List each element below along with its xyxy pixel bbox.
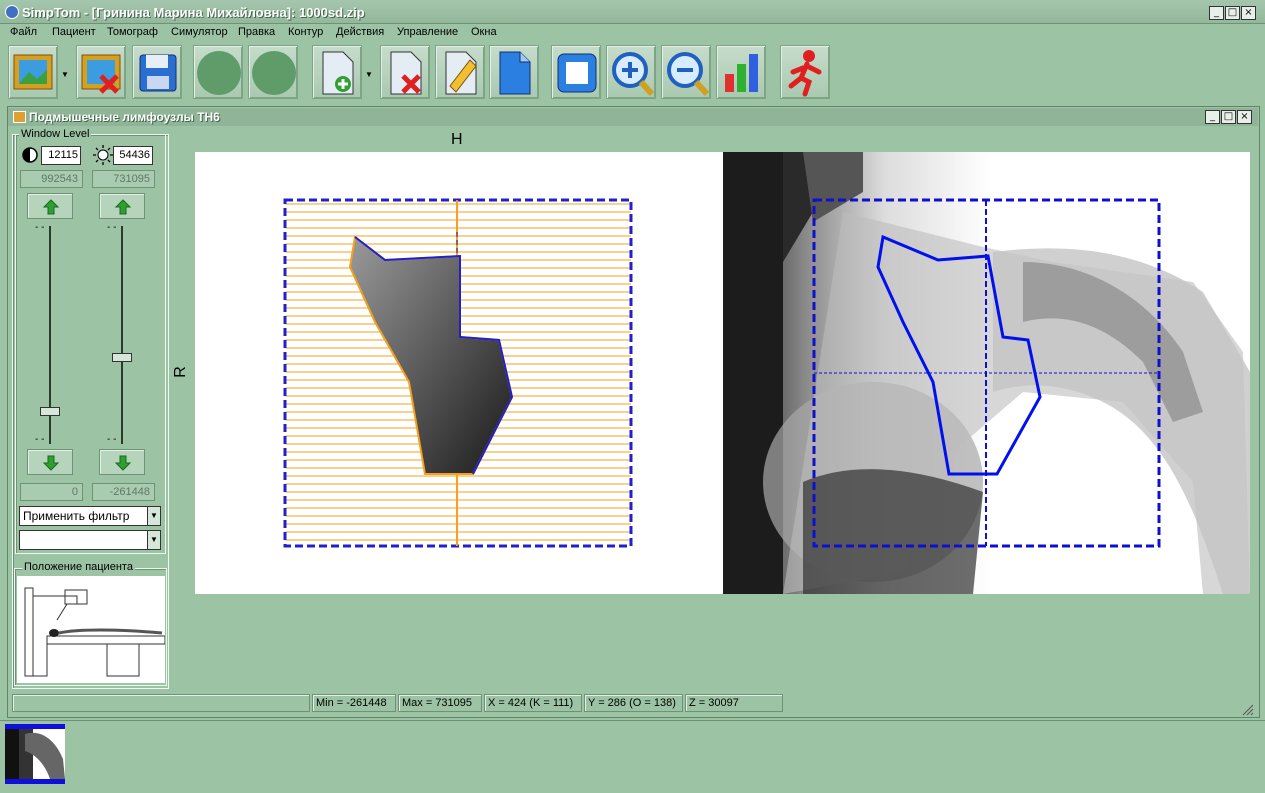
toolbar: ▼ ▼ xyxy=(0,43,1265,103)
left-up-button[interactable] xyxy=(27,193,73,219)
zoom-out-button[interactable] xyxy=(661,45,711,99)
min-right-value: -261448 xyxy=(92,483,155,501)
orientation-label-left: R xyxy=(171,366,189,378)
save-button[interactable] xyxy=(132,45,182,99)
thumbnail-1[interactable] xyxy=(5,724,65,784)
circle-button-2[interactable] xyxy=(248,45,298,99)
status-x: X = 424 (K = 111) xyxy=(484,694,582,712)
menu-tomograph[interactable]: Томограф xyxy=(107,26,158,38)
bar-chart-icon xyxy=(725,54,758,92)
new-document-dropdown[interactable]: ▼ xyxy=(365,70,373,79)
resize-grip-icon[interactable] xyxy=(1240,702,1254,716)
zoom-out-icon xyxy=(667,52,710,97)
filter-combo-value: Применить фильтр xyxy=(23,509,130,523)
brightness-icon xyxy=(93,145,113,165)
open-image-button[interactable] xyxy=(8,45,58,99)
right-slider-tick-bottom: - - xyxy=(107,434,117,445)
circle-button-1[interactable] xyxy=(193,45,243,99)
maximize-button[interactable]: □ xyxy=(1225,6,1240,20)
menu-simulator[interactable]: Симулятор xyxy=(171,26,228,38)
child-minimize-button[interactable]: _ xyxy=(1205,110,1220,124)
menu-bar: Файл Пациент Томограф Симулятор Правка К… xyxy=(0,24,1265,42)
image-window-title: Подмышечные лимфоузлы ТН6 xyxy=(29,110,220,124)
right-slider-track[interactable] xyxy=(121,226,123,444)
app-title: SimpTom - [Гринина Марина Михайловна]: 1… xyxy=(22,5,365,20)
left-slider-tick-bottom: - - xyxy=(35,434,45,445)
left-slider-thumb[interactable] xyxy=(40,407,60,417)
arrow-down-icon xyxy=(114,455,132,471)
status-z: Z = 30097 xyxy=(685,694,783,712)
zoom-in-icon xyxy=(612,52,655,97)
orientation-label-top: H xyxy=(451,131,463,148)
right-down-button[interactable] xyxy=(99,449,145,475)
arrow-down-icon xyxy=(42,455,60,471)
green-circle-icon xyxy=(252,51,296,95)
left-down-button[interactable] xyxy=(27,449,73,475)
right-up-button[interactable] xyxy=(99,193,145,219)
chevron-down-icon[interactable]: ▼ xyxy=(147,531,160,549)
picture-delete-icon xyxy=(81,54,121,94)
arrow-up-icon xyxy=(114,199,132,215)
window-level-legend: Window Level xyxy=(19,128,92,140)
right-view-canvas[interactable] xyxy=(723,152,1250,594)
page-edit-icon xyxy=(445,51,477,95)
menu-contour[interactable]: Контур xyxy=(288,26,323,38)
picture-frame-icon xyxy=(13,54,53,90)
patient-position-legend: Положение пациента xyxy=(22,561,135,573)
child-maximize-button[interactable]: □ xyxy=(1221,110,1236,124)
patient-position-diagram[interactable] xyxy=(17,576,165,683)
edit-document-button[interactable] xyxy=(435,45,485,99)
max-right-value: 731095 xyxy=(92,170,155,188)
new-document-button[interactable] xyxy=(312,45,362,99)
page-delete-icon xyxy=(390,51,422,95)
exit-button[interactable] xyxy=(780,45,830,99)
child-close-button[interactable]: × xyxy=(1237,110,1252,124)
menu-file[interactable]: Файл xyxy=(10,26,37,38)
page-add-icon xyxy=(322,51,354,95)
open-image-dropdown[interactable]: ▼ xyxy=(61,70,69,79)
menu-windows[interactable]: Окна xyxy=(471,26,497,38)
brightness-input[interactable]: 54436 xyxy=(113,146,153,165)
page-icon xyxy=(499,51,531,95)
frame-icon xyxy=(557,53,597,93)
menu-edit[interactable]: Правка xyxy=(238,26,275,38)
contour-projection xyxy=(283,198,633,548)
max-left-value: 992543 xyxy=(20,170,83,188)
left-slider-tick-top: - - xyxy=(35,222,45,233)
thumbnail-image xyxy=(5,729,65,779)
right-slider-tick-top: - - xyxy=(107,222,117,233)
chart-button[interactable] xyxy=(716,45,766,99)
arrow-up-icon xyxy=(42,199,60,215)
chevron-down-icon[interactable]: ▼ xyxy=(147,507,160,525)
left-view-canvas[interactable] xyxy=(195,152,723,594)
thumbnail-strip xyxy=(0,720,1265,793)
running-man-icon xyxy=(788,50,822,97)
status-cell-empty xyxy=(12,694,310,712)
app-icon xyxy=(5,5,19,19)
secondary-combo[interactable]: ▼ xyxy=(19,530,161,550)
status-y: Y = 286 (O = 138) xyxy=(584,694,683,712)
min-left-value: 0 xyxy=(20,483,83,501)
minimize-button[interactable]: _ xyxy=(1209,6,1224,20)
close-image-button[interactable] xyxy=(76,45,126,99)
xray-image xyxy=(723,152,1250,594)
contrast-input[interactable]: 12115 xyxy=(41,146,81,165)
right-slider-thumb[interactable] xyxy=(112,352,132,362)
floppy-icon xyxy=(139,54,177,92)
menu-actions[interactable]: Действия xyxy=(336,26,384,38)
window-icon xyxy=(13,111,26,123)
filter-combo[interactable]: Применить фильтр ▼ xyxy=(19,506,161,526)
contrast-icon xyxy=(22,147,38,163)
blank-document-button[interactable] xyxy=(489,45,539,99)
green-circle-icon xyxy=(197,51,241,95)
fit-view-button[interactable] xyxy=(551,45,601,99)
menu-patient[interactable]: Пациент xyxy=(52,26,96,38)
delete-document-button[interactable] xyxy=(380,45,430,99)
status-max: Max = 731095 xyxy=(398,694,482,712)
close-button[interactable]: × xyxy=(1241,6,1256,20)
status-min: Min = -261448 xyxy=(312,694,396,712)
menu-control[interactable]: Управление xyxy=(397,26,458,38)
zoom-in-button[interactable] xyxy=(606,45,656,99)
